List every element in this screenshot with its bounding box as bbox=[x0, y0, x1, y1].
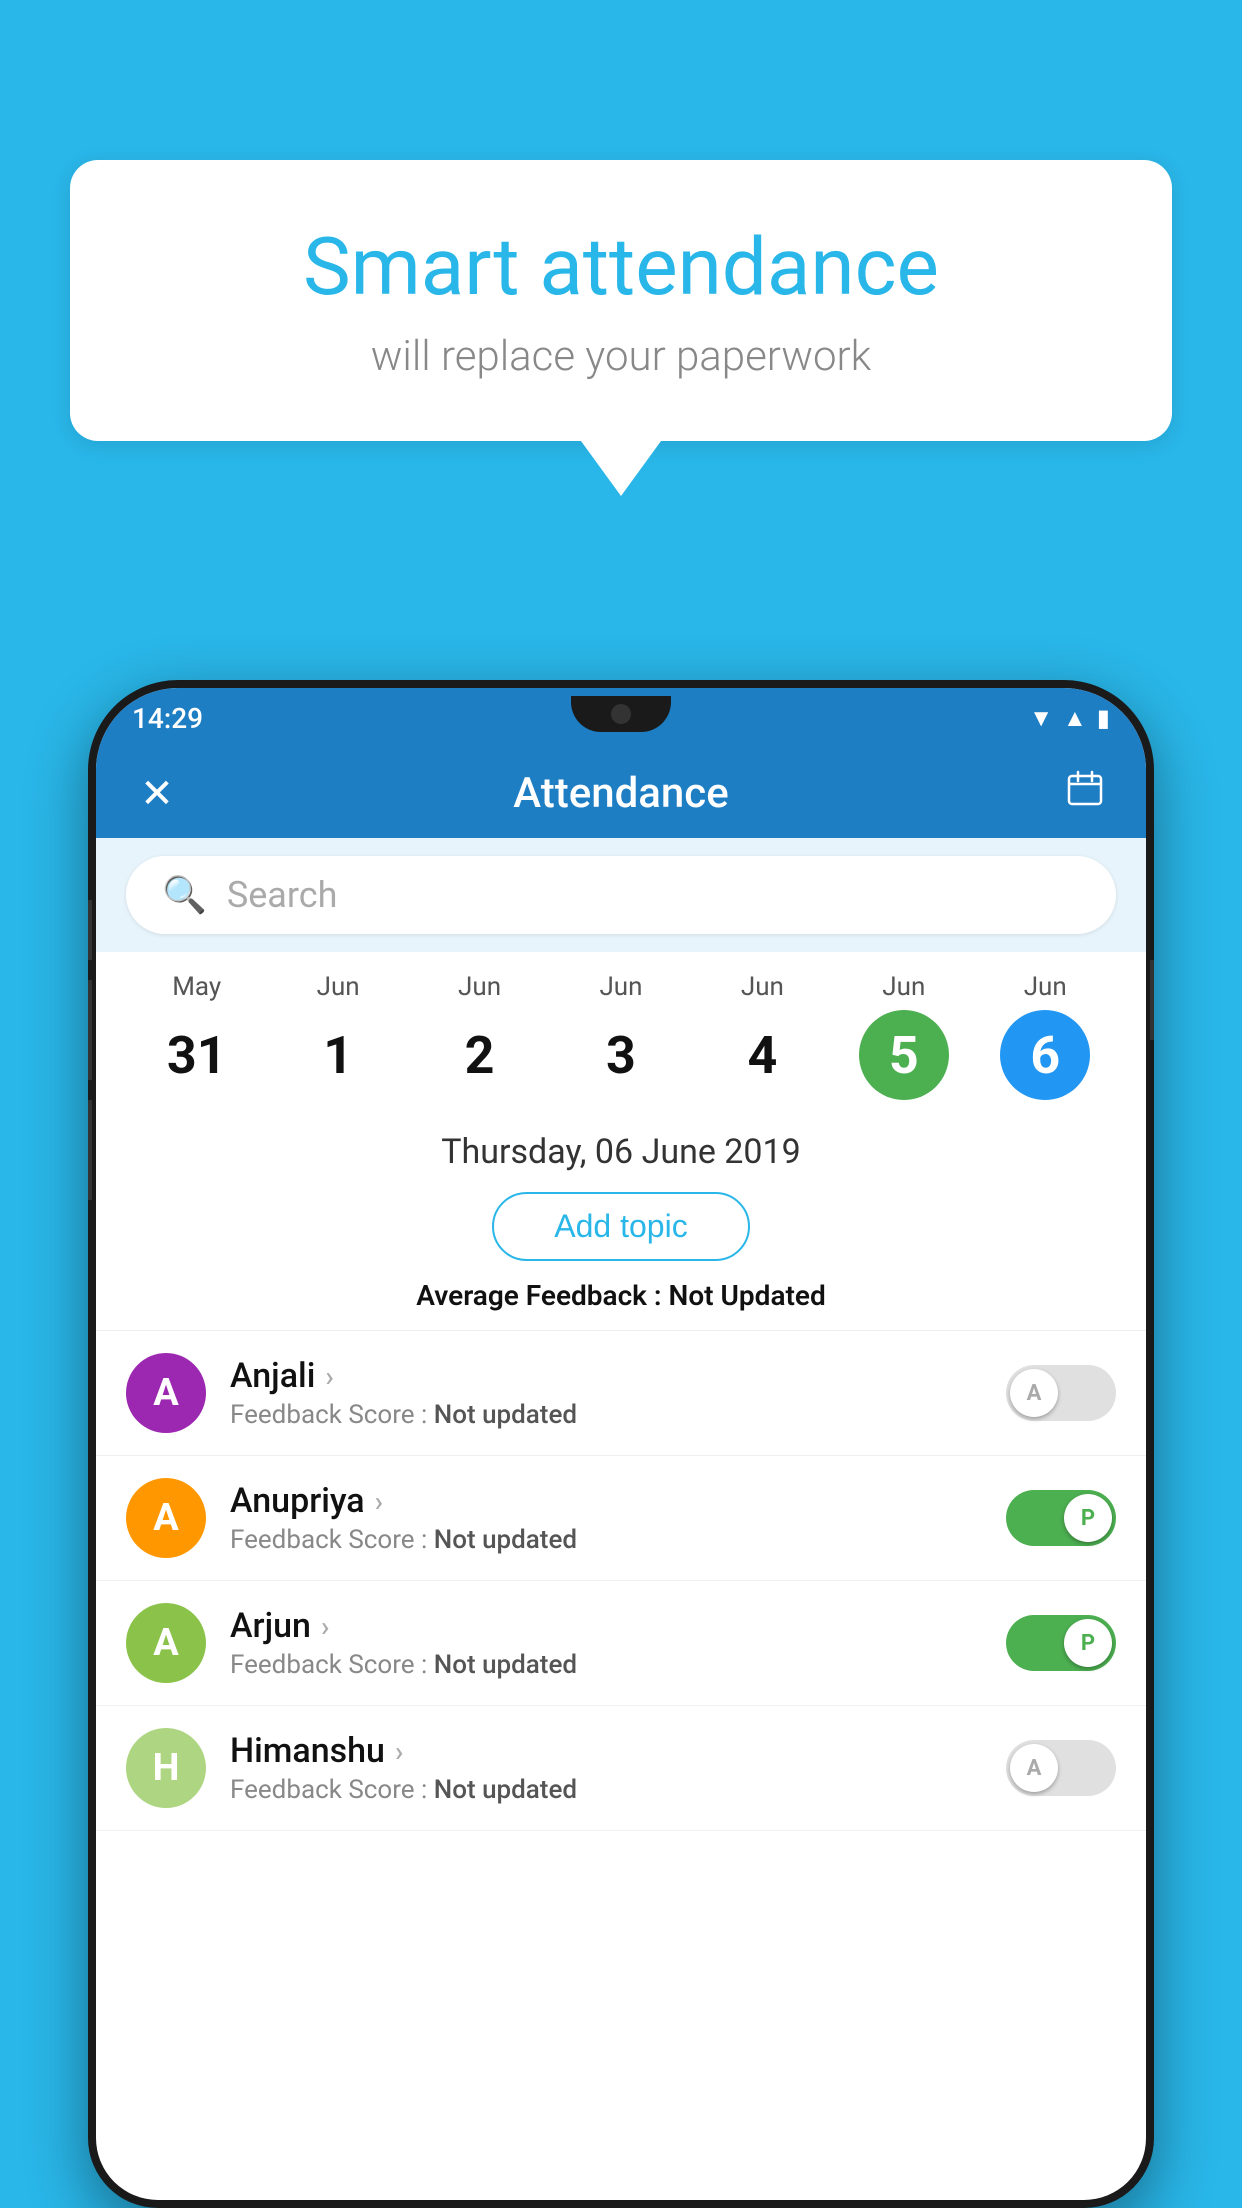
speech-bubble-arrow bbox=[581, 441, 661, 496]
add-topic-button[interactable]: Add topic bbox=[492, 1192, 749, 1261]
power-button bbox=[1150, 960, 1154, 1040]
attendance-toggle[interactable]: P bbox=[1006, 1490, 1116, 1546]
student-item[interactable]: AAnjali›Feedback Score : Not updatedA bbox=[96, 1331, 1146, 1456]
student-name: Himanshu › bbox=[230, 1731, 1006, 1771]
toggle-circle: P bbox=[1064, 1494, 1112, 1542]
chevron-right-icon: › bbox=[395, 1735, 403, 1768]
student-name: Anupriya › bbox=[230, 1481, 1006, 1521]
student-feedback: Feedback Score : Not updated bbox=[230, 1650, 1006, 1680]
notch bbox=[571, 696, 671, 732]
calendar-date: 1 bbox=[293, 1010, 383, 1100]
average-feedback: Average Feedback : Not Updated bbox=[96, 1279, 1146, 1330]
calendar-day-4[interactable]: Jun 4 bbox=[712, 972, 812, 1100]
calendar-month: Jun bbox=[317, 972, 360, 1002]
feedback-value: Not updated bbox=[434, 1775, 577, 1805]
calendar-month: Jun bbox=[458, 972, 501, 1002]
feedback-value: Not updated bbox=[434, 1400, 577, 1430]
volume-down-button bbox=[88, 980, 92, 1080]
chevron-right-icon: › bbox=[325, 1360, 333, 1393]
student-avatar: H bbox=[126, 1728, 206, 1808]
speech-bubble: Smart attendance will replace your paper… bbox=[70, 160, 1172, 441]
student-avatar: A bbox=[126, 1603, 206, 1683]
wifi-icon: ▼ bbox=[1029, 704, 1053, 733]
app-bar-title: Attendance bbox=[182, 769, 1060, 818]
speech-bubble-subtitle: will replace your paperwork bbox=[150, 332, 1092, 381]
calendar-month: May bbox=[172, 972, 221, 1002]
student-item[interactable]: A Arjun › Feedback Score : Not updated P bbox=[96, 1581, 1146, 1706]
student-name-text: Himanshu bbox=[230, 1731, 385, 1771]
status-time: 14:29 bbox=[132, 702, 203, 735]
feedback-value: Not updated bbox=[434, 1525, 577, 1555]
toggle-circle: P bbox=[1064, 1619, 1112, 1667]
calendar-day-2[interactable]: Jun 2 bbox=[430, 972, 530, 1100]
calendar-date: 4 bbox=[717, 1010, 807, 1100]
close-icon[interactable]: ✕ bbox=[132, 770, 182, 817]
feedback-value: Not Updated bbox=[669, 1279, 826, 1312]
attendance-toggle[interactable]: A bbox=[1006, 1740, 1116, 1796]
toggle-circle: A bbox=[1010, 1744, 1058, 1792]
content-area: Thursday, 06 June 2019 Add topic Average… bbox=[96, 1110, 1146, 1330]
student-name: Arjun › bbox=[230, 1606, 1006, 1646]
student-info: Anjali › Feedback Score : Not updated bbox=[230, 1356, 1006, 1430]
status-icons: ▼ ▲ ▮ bbox=[1029, 704, 1110, 733]
phone-frame: 14:29 ▼ ▲ ▮ ✕ Attendance 🔍 bbox=[88, 680, 1154, 2208]
student-name-text: Anupriya bbox=[230, 1481, 365, 1521]
student-item[interactable]: A Anupriya › Feedback Score : Not updated P bbox=[96, 1456, 1146, 1581]
search-bar[interactable]: 🔍 Search bbox=[126, 856, 1116, 934]
student-avatar: A bbox=[126, 1353, 206, 1433]
calendar-day-0[interactable]: May 31 bbox=[147, 972, 247, 1100]
calendar-icon[interactable] bbox=[1060, 768, 1110, 818]
speech-bubble-title: Smart attendance bbox=[150, 220, 1092, 314]
student-feedback: Feedback Score : Not updated bbox=[230, 1400, 1006, 1430]
camera bbox=[611, 704, 631, 724]
student-name: Anjali › bbox=[230, 1356, 1006, 1396]
app-bar: ✕ Attendance bbox=[96, 748, 1146, 838]
student-avatar: A bbox=[126, 1478, 206, 1558]
student-info: Arjun › Feedback Score : Not updated bbox=[230, 1606, 1006, 1680]
phone-screen: 14:29 ▼ ▲ ▮ ✕ Attendance 🔍 bbox=[96, 688, 1146, 2200]
student-item[interactable]: H Himanshu › Feedback Score : Not updatedA bbox=[96, 1706, 1146, 1831]
calendar-day-1[interactable]: Jun 1 bbox=[288, 972, 388, 1100]
calendar-date: 31 bbox=[152, 1010, 242, 1100]
student-info: Himanshu › Feedback Score : Not updated bbox=[230, 1731, 1006, 1805]
battery-icon: ▮ bbox=[1097, 704, 1110, 732]
calendar-date: 6 bbox=[1000, 1010, 1090, 1100]
calendar-date: 5 bbox=[859, 1010, 949, 1100]
calendar-month: Jun bbox=[882, 972, 925, 1002]
feedback-value: Not updated bbox=[434, 1650, 577, 1680]
student-name-text: Anjali bbox=[230, 1356, 315, 1396]
chevron-right-icon: › bbox=[375, 1485, 383, 1518]
search-icon: 🔍 bbox=[162, 874, 207, 916]
speech-bubble-container: Smart attendance will replace your paper… bbox=[70, 160, 1172, 496]
signal-icon: ▲ bbox=[1063, 704, 1087, 733]
calendar-month: Jun bbox=[599, 972, 642, 1002]
calendar-strip: May 31 Jun 1 Jun 2 Jun 3 Jun 4 Jun 5 Jun 6 bbox=[96, 952, 1146, 1110]
student-feedback: Feedback Score : Not updated bbox=[230, 1775, 1006, 1805]
calendar-date: 2 bbox=[435, 1010, 525, 1100]
student-info: Anupriya › Feedback Score : Not updated bbox=[230, 1481, 1006, 1555]
search-placeholder: Search bbox=[227, 874, 338, 916]
calendar-date: 3 bbox=[576, 1010, 666, 1100]
calendar-day-5[interactable]: Jun 5 bbox=[854, 972, 954, 1100]
calendar-day-6[interactable]: Jun 6 bbox=[995, 972, 1095, 1100]
attendance-toggle[interactable]: P bbox=[1006, 1615, 1116, 1671]
silent-button bbox=[88, 1100, 92, 1200]
volume-up-button bbox=[88, 900, 92, 960]
feedback-label: Average Feedback : bbox=[416, 1279, 668, 1312]
student-feedback: Feedback Score : Not updated bbox=[230, 1525, 1006, 1555]
student-name-text: Arjun bbox=[230, 1606, 311, 1646]
student-list: AAnjali›Feedback Score : Not updatedAAAn… bbox=[96, 1330, 1146, 1831]
date-header: Thursday, 06 June 2019 bbox=[96, 1110, 1146, 1184]
calendar-day-3[interactable]: Jun 3 bbox=[571, 972, 671, 1100]
attendance-toggle[interactable]: A bbox=[1006, 1365, 1116, 1421]
calendar-month: Jun bbox=[741, 972, 784, 1002]
search-bar-container: 🔍 Search bbox=[96, 838, 1146, 952]
toggle-circle: A bbox=[1010, 1369, 1058, 1417]
calendar-month: Jun bbox=[1024, 972, 1067, 1002]
chevron-right-icon: › bbox=[321, 1610, 329, 1643]
